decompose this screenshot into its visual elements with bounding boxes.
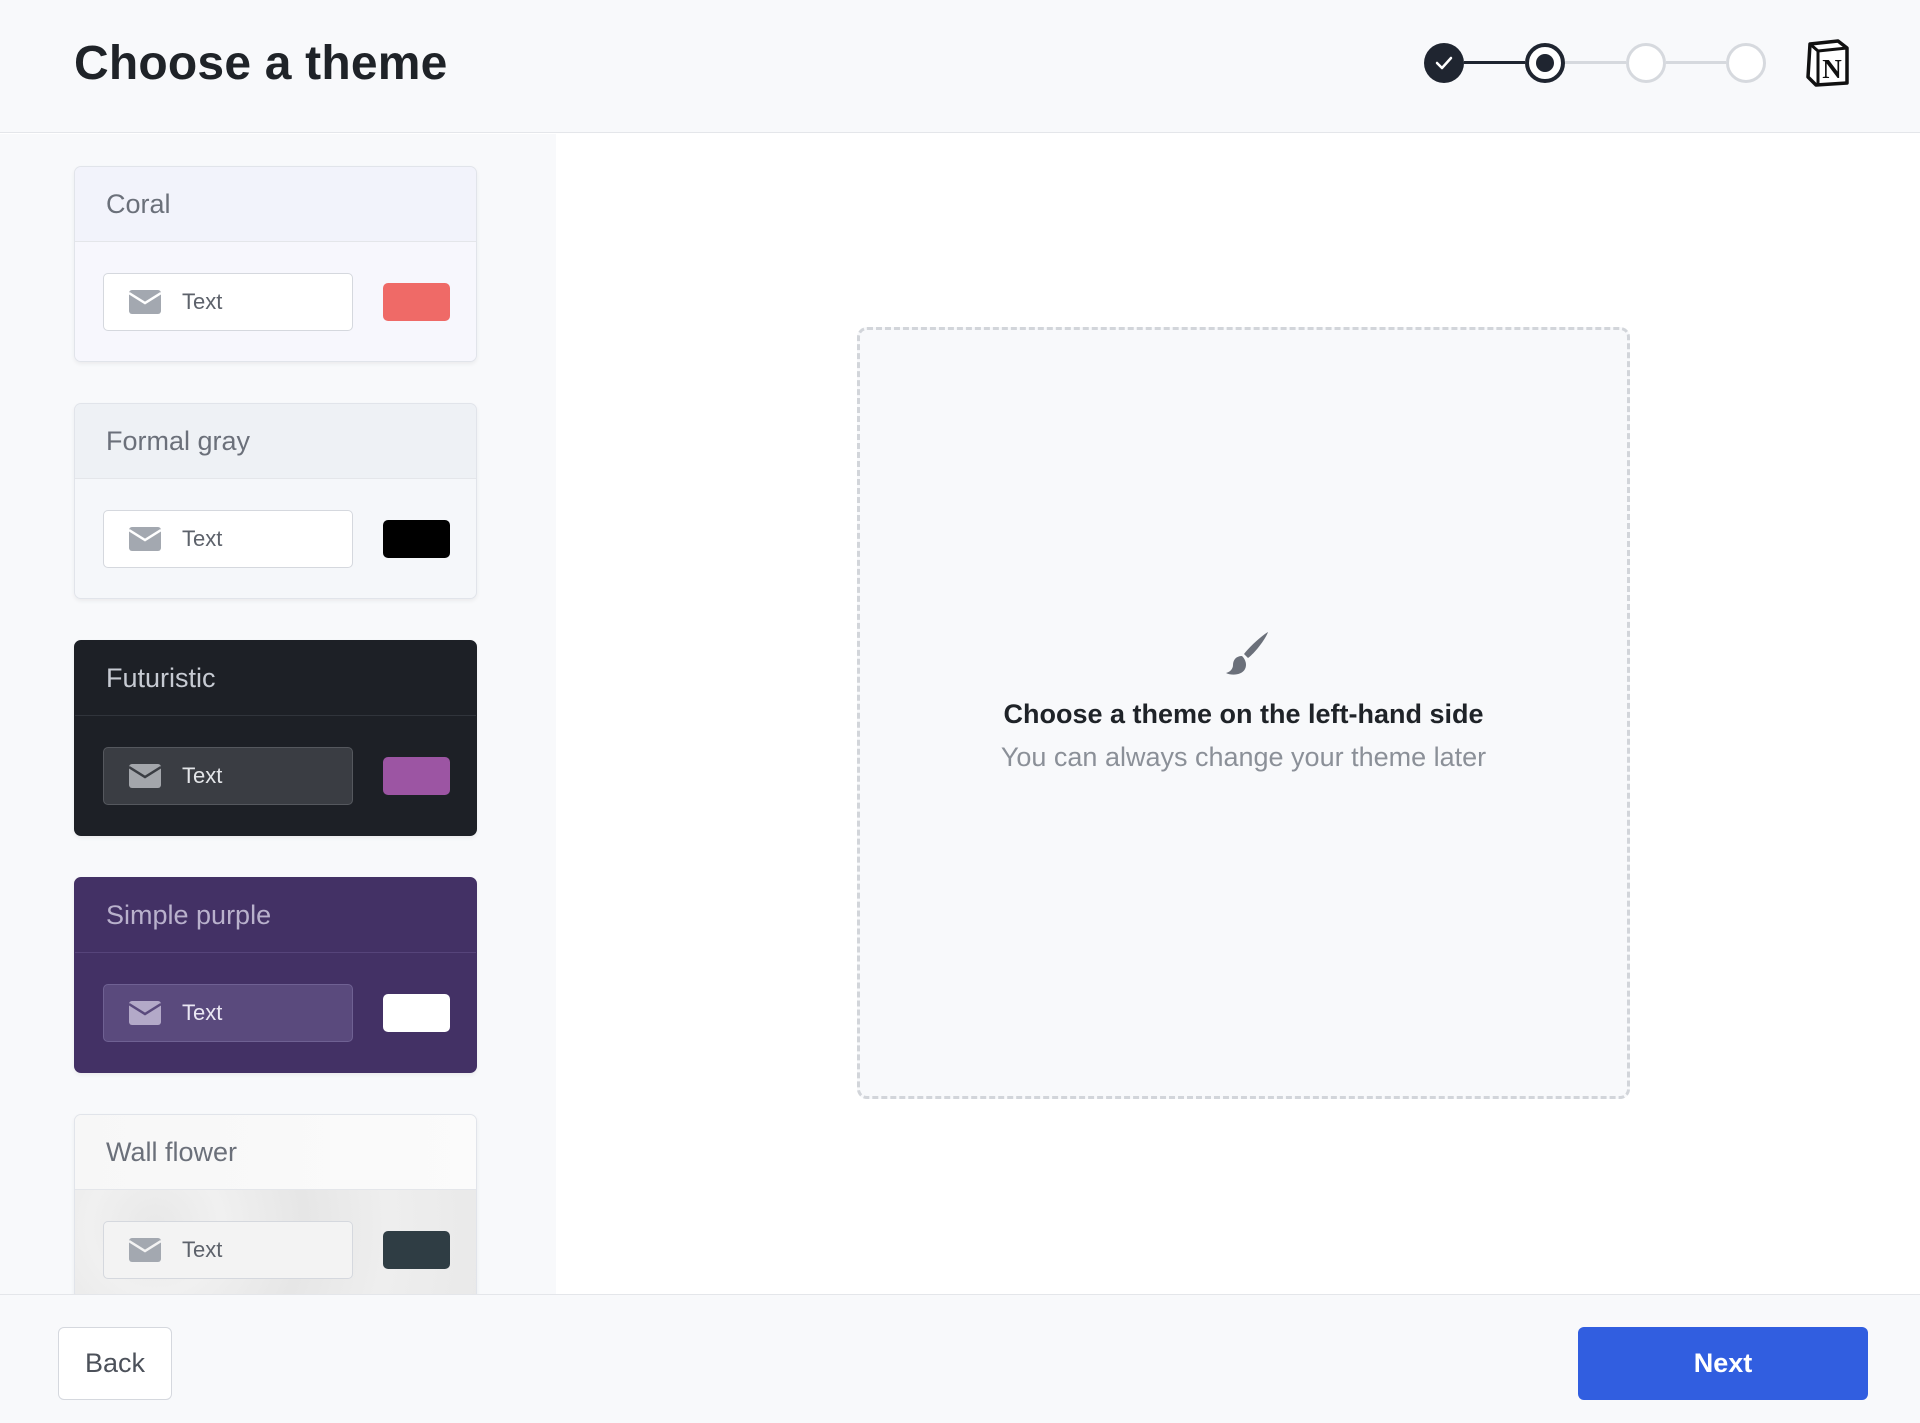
step-connector: [1565, 61, 1626, 64]
checkmark-icon: [1435, 56, 1453, 70]
footer: Back Next: [0, 1294, 1920, 1423]
theme-name: Formal gray: [75, 404, 476, 479]
color-swatch: [383, 994, 450, 1032]
color-swatch: [383, 757, 450, 795]
step-2-current: [1525, 43, 1565, 83]
sample-input-text: Text: [182, 1000, 223, 1025]
page-title: Choose a theme: [74, 37, 448, 90]
theme-sample: Text: [75, 479, 476, 598]
sample-input: Text: [103, 747, 353, 805]
progress-stepper: [1424, 43, 1766, 83]
mail-icon: [129, 1001, 161, 1025]
theme-card-futuristic[interactable]: Futuristic Text: [74, 640, 477, 836]
theme-name: Coral: [75, 167, 476, 242]
theme-list[interactable]: Coral Text Formal gray Text Futuristic T…: [0, 134, 556, 1294]
theme-card-coral[interactable]: Coral Text: [74, 166, 477, 362]
sample-input-text: Text: [182, 1237, 223, 1262]
theme-card-wall-flower[interactable]: Wall flower Text: [74, 1114, 477, 1294]
color-swatch: [383, 1231, 450, 1269]
paintbrush-icon: [1226, 632, 1268, 675]
header: Choose a theme N: [0, 0, 1920, 133]
theme-card-formal-gray[interactable]: Formal gray Text: [74, 403, 477, 599]
theme-preview-placeholder: Choose a theme on the left-hand side You…: [857, 327, 1630, 1099]
step-connector: [1464, 61, 1525, 64]
theme-sample: Text: [75, 242, 476, 361]
mail-icon: [129, 764, 161, 788]
back-button[interactable]: Back: [58, 1327, 172, 1400]
sample-input-text: Text: [182, 289, 223, 314]
step-3-upcoming: [1626, 43, 1666, 83]
preview-subtitle: You can always change your theme later: [1000, 742, 1487, 772]
theme-sample: Text: [75, 1190, 476, 1294]
sample-input: Text: [103, 510, 353, 568]
sample-input: Text: [103, 273, 353, 331]
color-swatch: [383, 520, 450, 558]
next-button[interactable]: Next: [1578, 1327, 1868, 1400]
sample-input: Text: [103, 1221, 353, 1279]
theme-card-simple-purple[interactable]: Simple purple Text: [74, 877, 477, 1073]
notion-logo-icon: N: [1806, 39, 1849, 87]
svg-text:N: N: [1822, 54, 1842, 84]
mail-icon: [129, 290, 161, 314]
theme-sample: Text: [75, 716, 476, 835]
color-swatch: [383, 283, 450, 321]
theme-name: Simple purple: [75, 878, 476, 953]
theme-sample: Text: [75, 953, 476, 1072]
mail-icon: [129, 527, 161, 551]
step-1-completed: [1424, 43, 1464, 83]
preview-title: Choose a theme on the left-hand side: [1003, 699, 1484, 729]
sample-input-text: Text: [182, 763, 223, 788]
sample-input: Text: [103, 984, 353, 1042]
sample-input-text: Text: [182, 526, 223, 551]
theme-name: Futuristic: [75, 641, 476, 716]
step-4-upcoming: [1726, 43, 1766, 83]
mail-icon: [129, 1238, 161, 1262]
step-connector: [1666, 61, 1726, 64]
theme-name: Wall flower: [75, 1115, 476, 1190]
